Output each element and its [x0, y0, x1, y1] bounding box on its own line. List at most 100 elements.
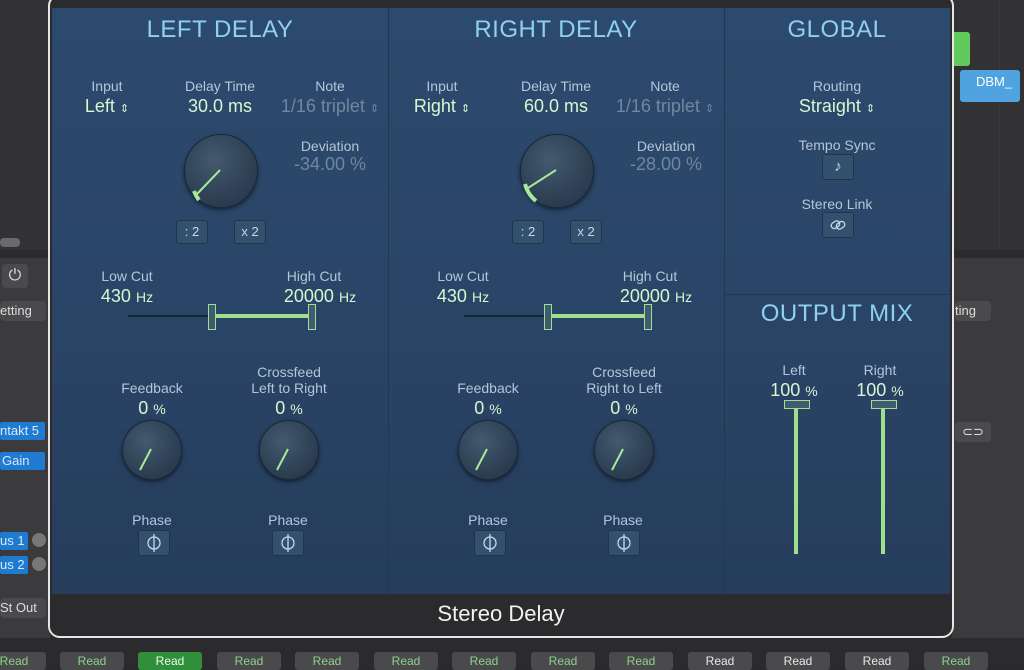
track-region-blue[interactable]: DBM_ [960, 70, 1020, 102]
right-crossfeed-value[interactable]: 0 % [584, 398, 664, 419]
global-output-divider [724, 294, 950, 295]
left-delay-time-value[interactable]: 30.0 ms [170, 96, 270, 117]
right-phase-label-1: Phase [468, 512, 508, 528]
left-low-cut-handle[interactable] [208, 304, 216, 330]
setting-button[interactable]: etting [0, 301, 46, 321]
insert-plugin-slot[interactable]: ntakt 5 [0, 422, 45, 440]
output-left-label: Left [782, 362, 806, 378]
left-crossfeed-direction-label: Left to Right [251, 380, 327, 396]
right-input-value: Right [413, 96, 456, 116]
right-deviation-value[interactable]: -28.00 % [616, 154, 716, 175]
output-left-slider-fill[interactable] [794, 404, 798, 554]
right-feedback-label: Feedback [457, 380, 519, 396]
tempo-sync-label: Tempo Sync [798, 137, 876, 153]
power-button[interactable]: ⏻ [2, 264, 28, 288]
left-delay-title: LEFT DELAY [146, 16, 294, 43]
routing-select[interactable]: Straight ⇕ [777, 96, 897, 117]
phase-icon [281, 534, 295, 552]
left-low-cut-value[interactable]: 430 Hz [92, 286, 162, 307]
left-cut-range-fill[interactable] [212, 314, 310, 318]
phase-icon [483, 534, 497, 552]
right-low-cut-value[interactable]: 430 Hz [428, 286, 498, 307]
right-cut-range-fill[interactable] [548, 314, 646, 318]
right-high-cut-value[interactable]: 20000 Hz [606, 286, 706, 307]
right-half-button[interactable]: : 2 [512, 220, 544, 244]
left-feedback-indicator [139, 448, 152, 471]
horizontal-scrollbar[interactable] [0, 238, 20, 247]
output-right-value[interactable]: 100 % [840, 380, 920, 401]
right-phase-label-2: Phase [603, 512, 643, 528]
setting-button-right[interactable]: ting [955, 301, 991, 321]
stereo-delay-window: LEFT DELAY Input Left ⇕ Delay Time 30.0 … [48, 0, 954, 638]
left-note-value: 1/16 triplet [280, 96, 365, 116]
left-input-select[interactable]: Left ⇕ [67, 96, 147, 117]
automation-read-button[interactable]: Read [374, 652, 438, 670]
left-phase-button-1[interactable] [138, 530, 170, 556]
automation-read-button[interactable]: Read [531, 652, 595, 670]
automation-read-button[interactable]: Read [845, 652, 909, 670]
stereo-link-label: Stereo Link [801, 196, 873, 212]
right-low-cut-label: Low Cut [437, 268, 489, 284]
right-double-button[interactable]: x 2 [570, 220, 602, 244]
left-deviation-value[interactable]: -34.00 % [280, 154, 380, 175]
output-right-slider-handle[interactable] [871, 400, 897, 409]
section-divider [388, 8, 389, 594]
left-high-cut-value[interactable]: 20000 Hz [270, 286, 370, 307]
output-left-value[interactable]: 100 % [754, 380, 834, 401]
automation-read-button[interactable]: Read [766, 652, 830, 670]
gain-label: Gain [2, 453, 30, 468]
automation-read-button-active[interactable]: Read [138, 652, 202, 670]
automation-read-button[interactable]: Read [688, 652, 752, 670]
output-button[interactable]: St Out [0, 598, 46, 618]
output-mix-title: OUTPUT MIX [760, 300, 914, 327]
right-phase-button-2[interactable] [608, 530, 640, 556]
right-input-select[interactable]: Right ⇕ [402, 96, 482, 117]
insert-label: ntakt 5 [0, 423, 40, 438]
left-phase-button-2[interactable] [272, 530, 304, 556]
right-crossfeed-direction-label: Right to Left [586, 380, 662, 396]
tempo-sync-button[interactable]: ♪ [822, 154, 854, 180]
send-knob-2[interactable] [32, 557, 46, 571]
right-phase-button-1[interactable] [474, 530, 506, 556]
left-double-button[interactable]: x 2 [234, 220, 266, 244]
automation-read-button[interactable]: Read [217, 652, 281, 670]
send-bus-1[interactable]: us 1 [0, 532, 28, 550]
right-high-cut-label: High Cut [622, 268, 678, 284]
right-note-select[interactable]: 1/16 triplet ⇕ [609, 96, 721, 117]
automation-read-button[interactable]: Read [295, 652, 359, 670]
link-button-right[interactable]: ⊂⊃ [955, 422, 991, 442]
gain-plugin-slot[interactable]: Gain [0, 452, 45, 470]
setting-label: etting [0, 303, 32, 318]
send-bus-2[interactable]: us 2 [0, 556, 28, 574]
left-input-label: Input [91, 78, 123, 94]
send-knob-1[interactable] [32, 533, 46, 547]
left-high-cut-handle[interactable] [308, 304, 316, 330]
stereo-link-button[interactable] [822, 212, 854, 238]
right-note-label: Note [650, 78, 680, 94]
automation-read-button[interactable]: Read [924, 652, 988, 670]
output-right-slider-fill[interactable] [881, 404, 885, 554]
right-delay-title: RIGHT DELAY [474, 16, 638, 43]
left-high-cut-label: High Cut [286, 268, 342, 284]
automation-read-button[interactable]: Read [0, 652, 46, 670]
chevron-updown-icon: ⇕ [369, 103, 380, 115]
left-note-select[interactable]: 1/16 triplet ⇕ [274, 96, 386, 117]
link-icon [830, 220, 846, 230]
right-crossfeed-indicator [611, 448, 624, 471]
chevron-updown-icon: ⇕ [704, 103, 715, 115]
output-left-slider-handle[interactable] [784, 400, 810, 409]
left-feedback-value[interactable]: 0 % [112, 398, 192, 419]
automation-read-button[interactable]: Read [609, 652, 673, 670]
automation-read-button[interactable]: Read [452, 652, 516, 670]
right-high-cut-handle[interactable] [644, 304, 652, 330]
left-half-button[interactable]: : 2 [176, 220, 208, 244]
right-low-cut-handle[interactable] [544, 304, 552, 330]
routing-label: Routing [812, 78, 862, 94]
left-deviation-label: Deviation [300, 138, 360, 154]
left-crossfeed-value[interactable]: 0 % [249, 398, 329, 419]
right-delay-time-label: Delay Time [520, 78, 592, 94]
right-delay-time-value[interactable]: 60.0 ms [506, 96, 606, 117]
automation-read-button[interactable]: Read [60, 652, 124, 670]
phase-icon [147, 534, 161, 552]
right-feedback-value[interactable]: 0 % [448, 398, 528, 419]
